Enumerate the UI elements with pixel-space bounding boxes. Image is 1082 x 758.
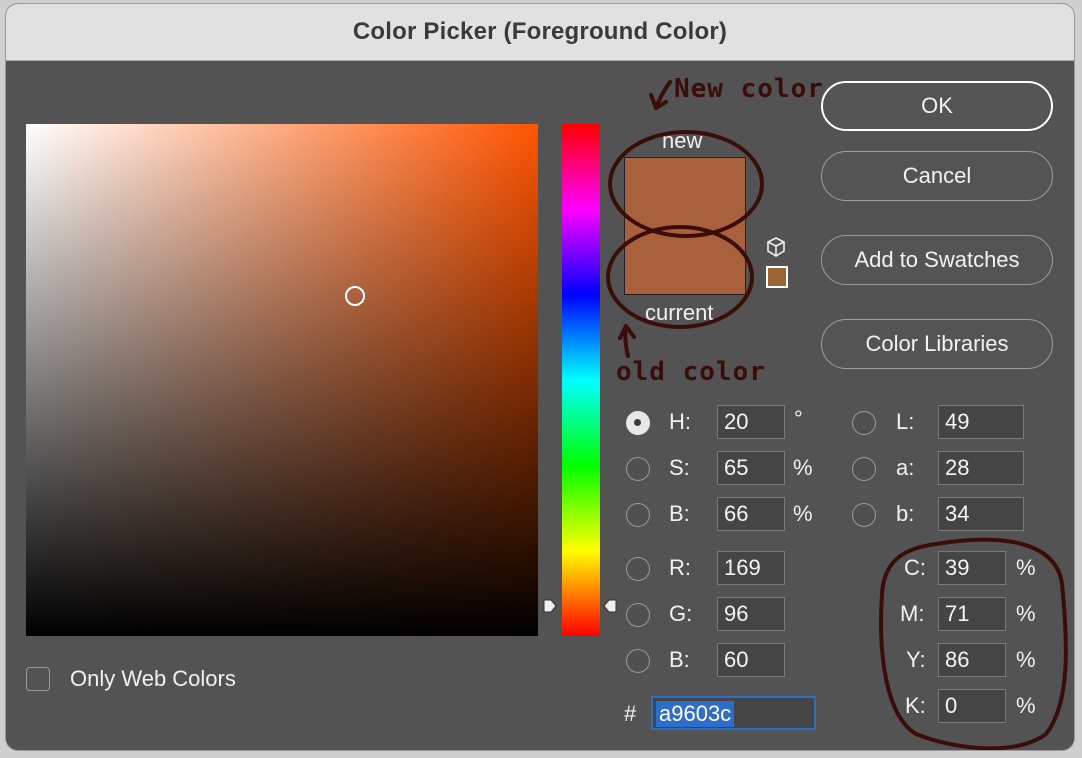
new-swatch-label: new [662, 128, 703, 153]
color-picker-window: Color Picker (Foreground Color) new curr… [6, 4, 1074, 750]
lightness-radio[interactable] [852, 411, 876, 435]
cyan-unit: % [1016, 555, 1036, 580]
lab-b-input[interactable]: 34 [938, 497, 1024, 531]
green-label: G: [669, 601, 693, 626]
color-field-cursor[interactable] [345, 286, 365, 306]
web-safe-cube-icon[interactable] [765, 236, 787, 258]
lightness-label: L: [896, 409, 915, 434]
red-radio[interactable] [626, 557, 650, 581]
only-web-colors-checkbox[interactable] [26, 667, 50, 691]
lab-b-radio[interactable] [852, 503, 876, 527]
magenta-unit: % [1016, 601, 1036, 626]
hue-unit: ° [794, 406, 803, 431]
lab-a-radio[interactable] [852, 457, 876, 481]
red-input[interactable]: 169 [717, 551, 785, 585]
hex-input[interactable]: a9603c [651, 696, 816, 730]
lab-b-label: b: [896, 501, 915, 526]
cancel-button[interactable]: Cancel [821, 151, 1053, 201]
ok-button[interactable]: OK [821, 81, 1053, 131]
magenta-label: M: [900, 601, 925, 626]
blue-radio[interactable] [626, 649, 650, 673]
web-safe-color-swatch[interactable] [766, 266, 788, 288]
annotation-arrow-new-icon [649, 80, 672, 110]
magenta-input[interactable]: 71 [938, 597, 1006, 631]
hex-label: # [624, 701, 637, 726]
hex-value-selected: a9603c [656, 701, 735, 727]
cyan-label: C: [904, 555, 926, 580]
add-to-swatches-button[interactable]: Add to Swatches [821, 235, 1053, 285]
window-title: Color Picker (Foreground Color) [352, 18, 728, 45]
yellow-input[interactable]: 86 [938, 643, 1006, 677]
red-label: R: [669, 555, 691, 580]
yellow-unit: % [1016, 647, 1036, 672]
new-color-swatch [625, 158, 745, 226]
brightness-input[interactable]: 66 [717, 497, 785, 531]
swatch-preview [624, 157, 746, 295]
lightness-input[interactable]: 49 [938, 405, 1024, 439]
current-color-swatch[interactable] [625, 226, 745, 294]
black-label: K: [905, 693, 926, 718]
title-bar[interactable]: Color Picker (Foreground Color) [6, 4, 1074, 61]
hue-radio[interactable] [626, 411, 650, 435]
black-input[interactable]: 0 [938, 689, 1006, 723]
cyan-input[interactable]: 39 [938, 551, 1006, 585]
brightness-label: B: [669, 501, 690, 526]
annotation-arrow-old-icon [618, 324, 636, 358]
blue-label: B: [669, 647, 690, 672]
color-libraries-button[interactable]: Color Libraries [821, 319, 1053, 369]
annotation-old-color: old color [616, 357, 766, 387]
lab-a-input[interactable]: 28 [938, 451, 1024, 485]
brightness-unit: % [793, 501, 813, 526]
current-swatch-label: current [645, 300, 714, 325]
lab-a-label: a: [896, 455, 915, 480]
saturation-input[interactable]: 65 [717, 451, 785, 485]
green-radio[interactable] [626, 603, 650, 627]
saturation-unit: % [793, 455, 813, 480]
black-unit: % [1016, 693, 1036, 718]
green-input[interactable]: 96 [717, 597, 785, 631]
yellow-label: Y: [906, 647, 926, 672]
brightness-radio[interactable] [626, 503, 650, 527]
hue-slider[interactable] [562, 124, 600, 636]
blue-input[interactable]: 60 [717, 643, 785, 677]
hue-label: H: [669, 409, 691, 434]
hue-input[interactable]: 20 [717, 405, 785, 439]
hue-slider-left-arrow-icon[interactable] [543, 598, 557, 614]
annotation-new-color: New color [674, 74, 824, 104]
hue-slider-right-arrow-icon[interactable] [603, 598, 617, 614]
saturation-radio[interactable] [626, 457, 650, 481]
saturation-label: S: [669, 455, 690, 480]
saturation-brightness-field[interactable] [26, 124, 538, 636]
only-web-colors-label: Only Web Colors [70, 666, 236, 691]
